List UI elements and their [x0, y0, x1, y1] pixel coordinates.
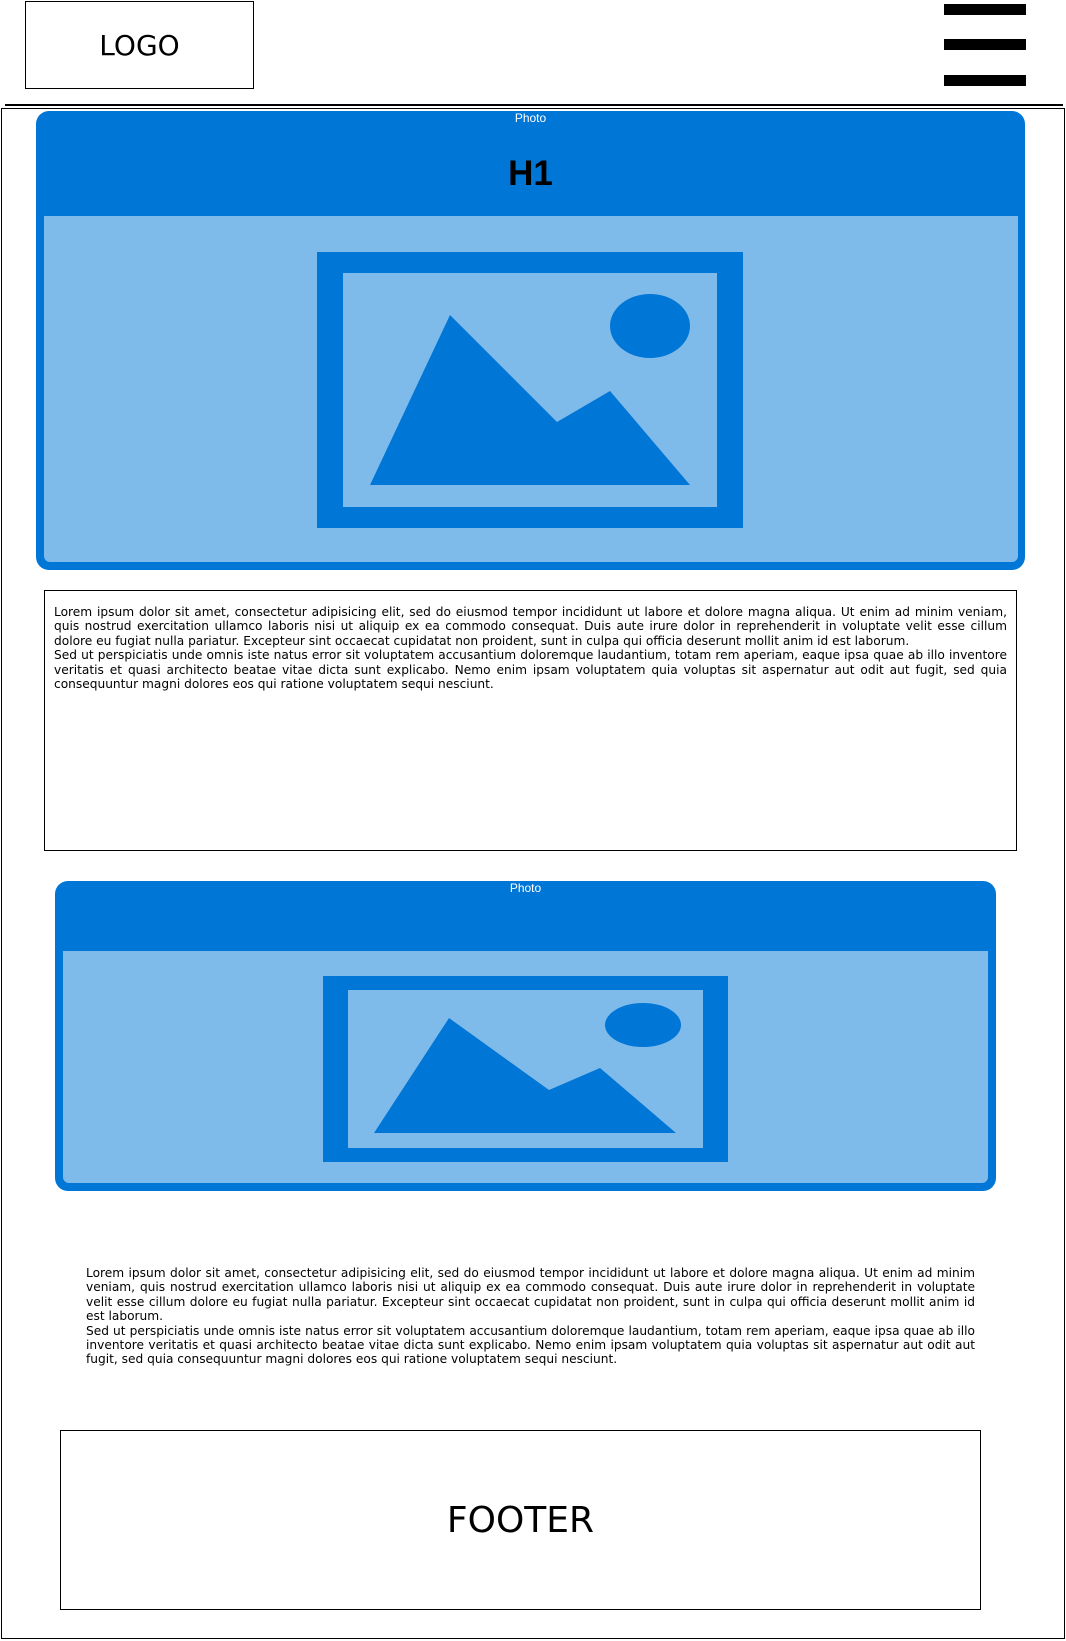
content-text-box: Lorem ipsum dolor sit amet, consectetur … — [44, 590, 1017, 851]
header-divider — [5, 104, 1063, 106]
image-placeholder-icon — [323, 976, 728, 1162]
secondary-photo-area — [63, 951, 988, 1183]
hamburger-menu-icon[interactable] — [944, 4, 1026, 86]
content-text-block: Lorem ipsum dolor sit amet, consectetur … — [86, 1266, 975, 1367]
logo[interactable]: LOGO — [25, 1, 254, 89]
footer-label: FOOTER — [446, 1499, 595, 1541]
hero-photo-caption: Photo — [514, 111, 547, 125]
secondary-photo: Photo — [55, 881, 996, 1191]
paragraph: Lorem ipsum dolor sit amet, consectetur … — [86, 1266, 975, 1324]
menu-bar-top — [944, 4, 1026, 15]
hero-photo: Photo H1 — [36, 111, 1025, 570]
paragraph: Sed ut perspiciatis unde omnis iste natu… — [54, 648, 1007, 692]
footer: FOOTER — [60, 1430, 981, 1610]
image-placeholder-icon — [317, 252, 743, 528]
paragraph: Lorem ipsum dolor sit amet, consectetur … — [54, 605, 1007, 648]
secondary-photo-caption: Photo — [509, 881, 542, 895]
page-title: H1 — [508, 154, 553, 193]
logo-text: LOGO — [99, 28, 180, 62]
menu-bar-bottom — [944, 75, 1026, 86]
paragraph: Sed ut perspiciatis unde omnis iste natu… — [86, 1323, 975, 1367]
hero-photo-area — [44, 216, 1018, 562]
menu-bar-middle — [944, 39, 1026, 50]
